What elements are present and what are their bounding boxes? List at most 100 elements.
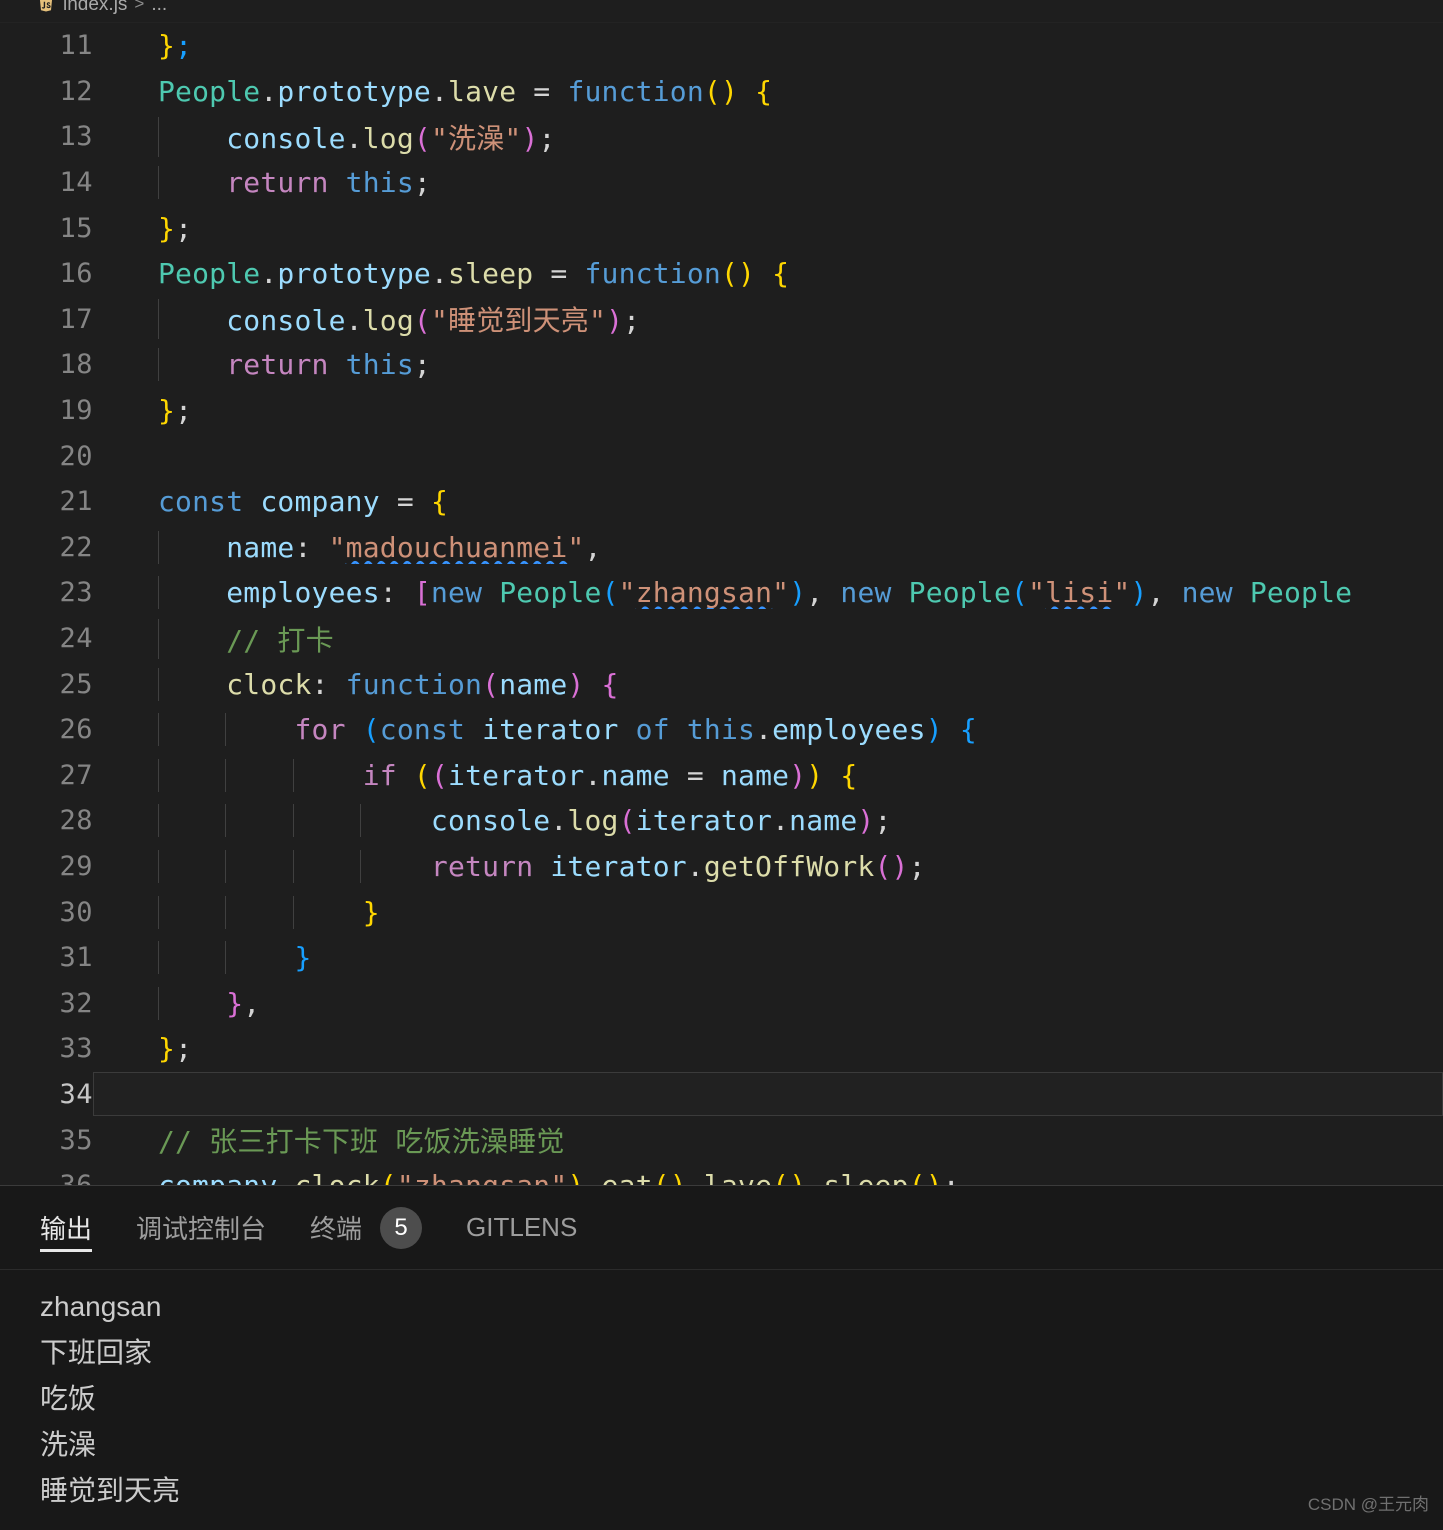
line-number: 27 <box>0 760 93 791</box>
code-token: } <box>294 941 311 974</box>
terminal-count-badge[interactable]: 5 <box>380 1207 422 1249</box>
code-token: ; <box>175 29 192 62</box>
code-token <box>397 759 414 792</box>
code-token: ( <box>602 576 619 609</box>
code-line[interactable]: 26 for (const iterator of this.employees… <box>0 707 1443 753</box>
code-line-text[interactable]: return this; <box>93 348 1443 381</box>
code-editor[interactable]: 11};12People.prototype.lave = function()… <box>0 23 1443 1185</box>
code-line-text[interactable]: // 打卡 <box>93 619 1443 659</box>
code-token: " <box>567 531 584 564</box>
code-line[interactable]: 22 name: "madouchuanmei", <box>0 525 1443 571</box>
code-line-text[interactable]: return this; <box>93 166 1443 199</box>
code-line-text[interactable]: People.prototype.lave = function() { <box>93 75 1443 108</box>
code-line-text[interactable]: employees: [new People("zhangsan"), new … <box>93 576 1443 609</box>
code-line-text[interactable]: People.prototype.sleep = function() { <box>93 257 1443 290</box>
code-line[interactable]: 35// 张三打卡下班 吃饭洗澡睡觉 <box>0 1117 1443 1163</box>
panel-tab-3[interactable]: GITLENS <box>444 1186 599 1270</box>
code-line-text[interactable]: } <box>93 941 1443 974</box>
code-token: ( <box>414 759 431 792</box>
code-line-text[interactable]: clock: function(name) { <box>93 668 1443 701</box>
code-token: ( <box>414 304 431 337</box>
code-line-text[interactable]: company.clock("zhangsan").eat().lave().s… <box>93 1169 1443 1185</box>
code-line-text[interactable]: // 张三打卡下班 吃饭洗澡睡觉 <box>93 1120 1443 1160</box>
code-token: sleep <box>823 1169 908 1185</box>
indent-guide <box>158 987 159 1020</box>
code-token: iterator <box>482 713 618 746</box>
code-token <box>738 75 755 108</box>
code-token: "睡觉到天亮" <box>431 304 606 337</box>
code-line-text[interactable]: console.log(iterator.name); <box>93 804 1443 837</box>
code-line-text[interactable]: }; <box>93 394 1443 427</box>
code-line-text[interactable]: console.log("睡觉到天亮"); <box>93 299 1443 339</box>
panel-tab-2[interactable]: 终端5 <box>288 1186 444 1270</box>
panel-tab-1[interactable]: 调试控制台 <box>114 1186 288 1270</box>
code-token: company <box>158 1169 277 1185</box>
javascript-file-icon <box>36 0 56 14</box>
code-line-text[interactable]: for (const iterator of this.employees) { <box>93 713 1443 746</box>
code-line[interactable]: 32 }, <box>0 980 1443 1026</box>
output-console-body[interactable]: zhangsan下班回家吃饭洗澡睡觉到天亮 <box>0 1270 1443 1530</box>
code-line[interactable]: 29 return iterator.getOffWork(); <box>0 844 1443 890</box>
code-line[interactable]: 27 if ((iterator.name = name)) { <box>0 753 1443 799</box>
code-token: // 张三打卡下班 吃饭洗澡睡觉 <box>158 1125 565 1158</box>
panel-tab-label: 输出 <box>40 1209 92 1246</box>
code-line[interactable]: 16People.prototype.sleep = function() { <box>0 251 1443 297</box>
code-line[interactable]: 25 clock: function(name) { <box>0 661 1443 707</box>
code-line-text[interactable] <box>93 1072 1443 1116</box>
code-line-text[interactable]: }; <box>93 212 1443 245</box>
code-line-text[interactable]: console.log("洗澡"); <box>93 117 1443 157</box>
code-line[interactable]: 28 console.log(iterator.name); <box>0 798 1443 844</box>
code-token: zhangsan <box>636 576 772 609</box>
code-token: () <box>653 1169 687 1185</box>
code-line-text[interactable]: return iterator.getOffWork(); <box>93 850 1443 883</box>
code-line[interactable]: 11}; <box>0 23 1443 69</box>
code-token: employees <box>226 576 380 609</box>
line-number: 18 <box>0 349 93 380</box>
code-line[interactable]: 24 // 打卡 <box>0 616 1443 662</box>
code-token: () <box>704 75 738 108</box>
panel-tab-0[interactable]: 输出 <box>40 1186 114 1270</box>
code-line[interactable]: 18 return this; <box>0 342 1443 388</box>
line-number: 17 <box>0 304 93 335</box>
code-line-text[interactable]: }; <box>93 29 1443 62</box>
code-line[interactable]: 36company.clock("zhangsan").eat().lave()… <box>0 1163 1443 1185</box>
code-token <box>158 122 226 155</box>
code-line-text[interactable]: }; <box>93 1032 1443 1065</box>
code-line-text[interactable]: const company = { <box>93 485 1443 518</box>
code-token: . <box>431 75 448 108</box>
code-token: { <box>840 759 857 792</box>
code-line-text[interactable]: } <box>93 896 1443 929</box>
code-line-text[interactable]: name: "madouchuanmei", <box>93 531 1443 564</box>
code-line[interactable]: 34 <box>0 1072 1443 1118</box>
breadcrumb-file-label[interactable]: index.js <box>63 0 127 14</box>
code-line[interactable]: 12People.prototype.lave = function() { <box>0 69 1443 115</box>
code-line[interactable]: 33}; <box>0 1026 1443 1072</box>
code-line-text[interactable]: }, <box>93 987 1443 1020</box>
code-token: getOffWork <box>704 850 875 883</box>
breadcrumb[interactable]: index.js > ... <box>0 0 1443 23</box>
code-line[interactable]: 14 return this; <box>0 160 1443 206</box>
code-line[interactable]: 20 <box>0 433 1443 479</box>
code-token: ; <box>175 394 192 427</box>
code-line[interactable]: 30 } <box>0 889 1443 935</box>
code-line[interactable]: 17 console.log("睡觉到天亮"); <box>0 297 1443 343</box>
code-line[interactable]: 19}; <box>0 388 1443 434</box>
breadcrumb-symbol-ellipsis[interactable]: ... <box>151 0 167 14</box>
code-token: () <box>721 257 755 290</box>
code-token: iterator <box>636 804 772 837</box>
code-token: } <box>158 1032 175 1065</box>
code-line[interactable]: 23 employees: [new People("zhangsan"), n… <box>0 570 1443 616</box>
code-token: return <box>226 348 328 381</box>
code-token: new <box>840 576 891 609</box>
code-line[interactable]: 21const company = { <box>0 479 1443 525</box>
code-line[interactable]: 15}; <box>0 205 1443 251</box>
line-number: 13 <box>0 121 93 152</box>
code-line-text[interactable]: if ((iterator.name = name)) { <box>93 759 1443 792</box>
code-token: } <box>158 212 175 245</box>
code-token: lave <box>448 75 516 108</box>
code-token: ) <box>789 576 806 609</box>
code-line[interactable]: 13 console.log("洗澡"); <box>0 114 1443 160</box>
bottom-panel: 输出调试控制台终端5GITLENS zhangsan下班回家吃饭洗澡睡觉到天亮 <box>0 1185 1443 1529</box>
code-line[interactable]: 31 } <box>0 935 1443 981</box>
code-token: = <box>533 257 584 290</box>
